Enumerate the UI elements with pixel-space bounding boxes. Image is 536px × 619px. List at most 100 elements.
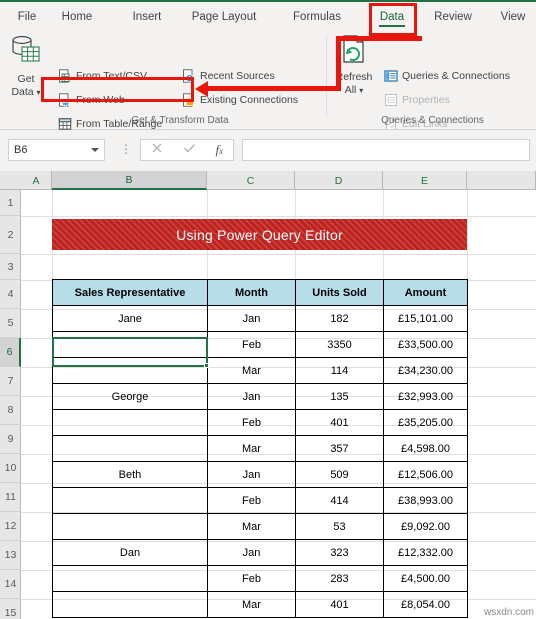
column-header-a[interactable]: A bbox=[21, 171, 52, 190]
table-cell[interactable]: £32,993.00 bbox=[383, 383, 468, 410]
column-header-d[interactable]: D bbox=[295, 171, 383, 190]
table-cell[interactable]: 509 bbox=[295, 461, 384, 488]
row-header-14[interactable]: 14 bbox=[0, 570, 21, 599]
table-cell[interactable]: Feb bbox=[207, 409, 296, 436]
ribbon-item-queries-connections[interactable]: Queries & Connections bbox=[384, 69, 510, 83]
table-cell[interactable]: Jan bbox=[207, 305, 296, 332]
row-header-7[interactable]: 7 bbox=[0, 367, 21, 396]
table-cell[interactable]: £38,993.00 bbox=[383, 487, 468, 514]
fill-handle[interactable] bbox=[204, 363, 209, 368]
table-cell[interactable]: 114 bbox=[295, 357, 384, 384]
table-header-cell[interactable]: Month bbox=[207, 279, 296, 306]
table-cell[interactable]: George bbox=[52, 383, 208, 410]
row-header-9[interactable]: 9 bbox=[0, 425, 21, 454]
table-cell[interactable] bbox=[52, 435, 208, 462]
ribbon-item-from-web[interactable]: From Web bbox=[58, 93, 125, 107]
ribbon-tab-formulas[interactable]: Formulas bbox=[290, 1, 344, 32]
table-cell[interactable] bbox=[52, 487, 208, 514]
row-header-10[interactable]: 10 bbox=[0, 454, 21, 483]
table-header-cell[interactable]: Sales Representative bbox=[52, 279, 208, 306]
table-cell[interactable] bbox=[52, 331, 208, 358]
table-row: Feb 401 £35,205.00 bbox=[52, 409, 468, 436]
chevron-down-icon[interactable] bbox=[91, 148, 99, 152]
row-header-12[interactable]: 12 bbox=[0, 512, 21, 541]
row-header-5[interactable]: 5 bbox=[0, 309, 21, 338]
ribbon-item-from-text-csv[interactable]: From Text/CSV bbox=[58, 69, 147, 83]
table-header-cell[interactable]: Units Sold bbox=[295, 279, 384, 306]
column-header-blank[interactable] bbox=[467, 171, 536, 190]
gridline bbox=[21, 254, 536, 255]
table-cell[interactable]: 182 bbox=[295, 305, 384, 332]
get-data-icon bbox=[9, 34, 43, 73]
table-cell[interactable]: 135 bbox=[295, 383, 384, 410]
row-header-11[interactable]: 11 bbox=[0, 483, 21, 512]
table-cell[interactable]: Feb bbox=[207, 331, 296, 358]
table-cell[interactable]: Beth bbox=[52, 461, 208, 488]
table-cell[interactable]: £9,092.00 bbox=[383, 513, 468, 540]
column-header-c[interactable]: C bbox=[207, 171, 295, 190]
ribbon-tab-bar: File Home Insert Page Layout Formulas Data Rev… bbox=[0, 0, 536, 31]
table-cell[interactable]: Dan bbox=[52, 539, 208, 566]
row-header-15[interactable]: 15 bbox=[0, 599, 21, 619]
table-cell[interactable] bbox=[52, 591, 208, 618]
table-cell[interactable]: Mar bbox=[207, 357, 296, 384]
table-cell[interactable]: Jan bbox=[207, 461, 296, 488]
table-cell[interactable]: Mar bbox=[207, 591, 296, 618]
table-cell[interactable]: £34,230.00 bbox=[383, 357, 468, 384]
table-cell[interactable]: Mar bbox=[207, 513, 296, 540]
column-header-e[interactable]: E bbox=[383, 171, 467, 190]
row-header-4[interactable]: 4 bbox=[0, 280, 21, 309]
table-cell[interactable]: £4,598.00 bbox=[383, 435, 468, 462]
ribbon-tab-review[interactable]: Review bbox=[431, 1, 475, 32]
table-cell[interactable]: 283 bbox=[295, 565, 384, 592]
column-header-b[interactable]: B bbox=[52, 171, 207, 190]
table-cell[interactable] bbox=[52, 409, 208, 436]
table-cell[interactable]: 3350 bbox=[295, 331, 384, 358]
row-header-2[interactable]: 2 bbox=[0, 216, 21, 254]
table-cell[interactable]: £33,500.00 bbox=[383, 331, 468, 358]
ribbon-tab-view[interactable]: View bbox=[497, 1, 529, 32]
row-header-6[interactable]: 6 bbox=[0, 338, 21, 367]
confirm-icon[interactable] bbox=[183, 141, 196, 159]
name-box[interactable]: B6 bbox=[8, 139, 105, 161]
table-cell[interactable] bbox=[52, 357, 208, 384]
cancel-icon[interactable] bbox=[151, 141, 163, 159]
ribbon-tab-file[interactable]: File bbox=[12, 1, 42, 32]
table-cell[interactable]: Jan bbox=[207, 383, 296, 410]
table-row: Mar 357 £4,598.00 bbox=[52, 435, 468, 462]
table-cell[interactable]: £15,101.00 bbox=[383, 305, 468, 332]
table-cell[interactable]: Jane bbox=[52, 305, 208, 332]
table-cell[interactable]: £4,500.00 bbox=[383, 565, 468, 592]
formula-input[interactable] bbox=[242, 139, 530, 161]
table-cell[interactable]: Jan bbox=[207, 539, 296, 566]
table-cell[interactable]: £8,054.00 bbox=[383, 591, 468, 618]
ribbon-tab-data[interactable]: Data bbox=[376, 1, 408, 32]
table-cell[interactable]: £12,506.00 bbox=[383, 461, 468, 488]
row-header-3[interactable]: 3 bbox=[0, 254, 21, 280]
ribbon-tab-home[interactable]: Home bbox=[58, 1, 96, 32]
row-header-1[interactable]: 1 bbox=[0, 190, 21, 216]
table-cell[interactable] bbox=[52, 513, 208, 540]
table-cell[interactable]: Mar bbox=[207, 435, 296, 462]
ribbon-tab-page-layout[interactable]: Page Layout bbox=[188, 1, 260, 32]
row-header-13[interactable]: 13 bbox=[0, 541, 21, 570]
table-cell[interactable] bbox=[52, 565, 208, 592]
table-cell[interactable]: £12,332.00 bbox=[383, 539, 468, 566]
table-header-cell[interactable]: Amount bbox=[383, 279, 468, 306]
table-cell[interactable]: 323 bbox=[295, 539, 384, 566]
table-cell[interactable]: 401 bbox=[295, 591, 384, 618]
table-cell[interactable]: Feb bbox=[207, 565, 296, 592]
table-cell[interactable]: 53 bbox=[295, 513, 384, 540]
ribbon-item-label: From Web bbox=[76, 94, 125, 106]
table-row: Mar 401 £8,054.00 bbox=[52, 591, 468, 618]
table-cell[interactable]: £35,205.00 bbox=[383, 409, 468, 436]
formula-bar-expander-dots[interactable]: ⋮ bbox=[120, 143, 132, 156]
table-cell[interactable]: 414 bbox=[295, 487, 384, 514]
get-data-button[interactable]: Get Data ▾ bbox=[2, 34, 50, 118]
table-cell[interactable]: 357 bbox=[295, 435, 384, 462]
ribbon-tab-insert[interactable]: Insert bbox=[128, 1, 166, 32]
table-cell[interactable]: Feb bbox=[207, 487, 296, 514]
table-cell[interactable]: 401 bbox=[295, 409, 384, 436]
insert-function-icon[interactable]: fx bbox=[215, 142, 223, 158]
row-header-8[interactable]: 8 bbox=[0, 396, 21, 425]
